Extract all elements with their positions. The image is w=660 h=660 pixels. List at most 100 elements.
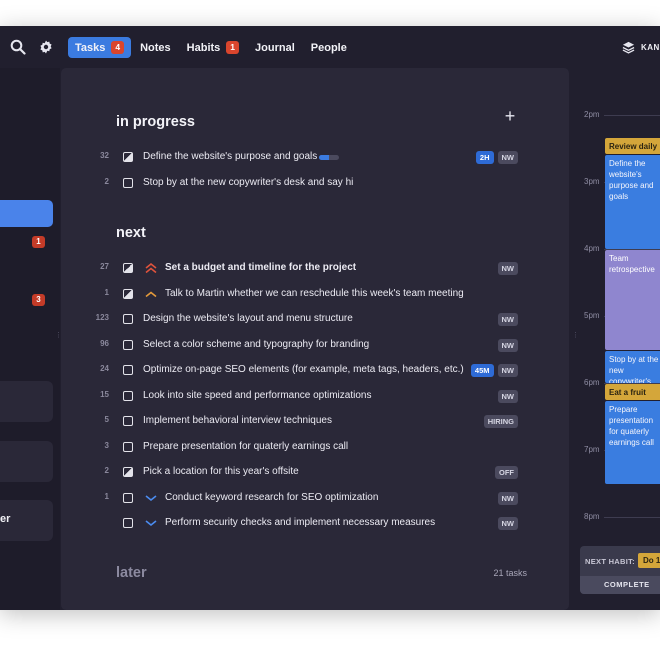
task-row[interactable]: 15 Look into site speed and performance … <box>61 386 569 408</box>
tab-habits[interactable]: Habits 1 <box>180 37 246 58</box>
task-checkbox[interactable] <box>123 263 133 273</box>
left-sidebar: 1 3 er <box>0 68 60 610</box>
task-list-panel: in progress + 32 Define the website's pu… <box>61 68 569 610</box>
calendar-event-habit[interactable]: Eat a fruit <box>605 384 660 400</box>
tab-journal[interactable]: Journal <box>248 37 302 58</box>
task-label: Implement behavioral interview technique… <box>143 415 332 426</box>
gear-icon[interactable] <box>38 39 54 55</box>
resize-handle-right[interactable]: ⋮ <box>572 332 579 339</box>
task-row[interactable]: 5 Implement behavioral interview techniq… <box>61 411 569 433</box>
task-count: 1 <box>104 288 109 297</box>
task-label: Design the website's layout and menu str… <box>143 313 353 324</box>
calendar-event-task[interactable]: Define the website's purpose and goals <box>605 155 660 249</box>
sidebar-card[interactable] <box>0 441 53 482</box>
task-checkbox[interactable] <box>123 340 133 350</box>
task-checkbox[interactable] <box>123 152 133 162</box>
next-habit-name[interactable]: Do 10 push-ups <box>638 553 660 568</box>
task-count: 2 <box>104 177 109 186</box>
project-tag[interactable]: NW <box>497 262 518 275</box>
project-tag[interactable]: HIRING <box>483 415 518 428</box>
calendar-event-habit[interactable]: Review daily <box>605 138 660 154</box>
app-window: Tasks 4 Notes Habits 1 Journal People KA… <box>0 26 660 610</box>
tab-tasks[interactable]: Tasks 4 <box>68 37 132 58</box>
project-tag[interactable]: NW <box>497 390 518 403</box>
workspace-name: KANE <box>641 43 660 52</box>
task-checkbox[interactable] <box>123 416 133 426</box>
task-label: Look into site speed and performance opt… <box>143 390 372 401</box>
project-tag[interactable]: NW <box>497 151 518 164</box>
task-row[interactable]: Perform security checks and implement ne… <box>61 513 569 535</box>
task-checkbox[interactable] <box>123 493 133 503</box>
duration-tag[interactable]: 45M <box>470 364 494 377</box>
tab-notes[interactable]: Notes <box>133 37 178 58</box>
task-checkbox[interactable] <box>123 365 133 375</box>
task-checkbox[interactable] <box>123 314 133 324</box>
tab-people[interactable]: People <box>304 37 354 58</box>
project-tag[interactable]: NW <box>497 492 518 505</box>
task-checkbox[interactable] <box>123 467 133 477</box>
layers-icon <box>622 41 635 54</box>
calendar-event-meeting[interactable]: Team retrospective <box>605 250 660 350</box>
task-count: 24 <box>100 364 109 373</box>
project-tag[interactable]: NW <box>497 313 518 326</box>
task-row[interactable]: 123 Design the website's layout and menu… <box>61 309 569 331</box>
task-label: Conduct keyword research for SEO optimiz… <box>165 492 379 503</box>
priority-low-icon <box>145 495 157 502</box>
project-tag[interactable]: NW <box>497 517 518 530</box>
task-count: 123 <box>95 313 109 322</box>
task-checkbox[interactable] <box>123 289 133 299</box>
task-row[interactable]: 32 Define the website's purpose and goal… <box>61 147 569 169</box>
add-task-button[interactable]: + <box>502 107 518 125</box>
task-label: Talk to Martin whether we can reschedule… <box>165 288 464 299</box>
task-count: 1 <box>104 492 109 501</box>
priority-low-icon <box>145 520 157 527</box>
task-label: Define the website's purpose and goals <box>143 151 318 162</box>
event-label: Prepare presentation for quaterly earnin… <box>609 405 654 447</box>
task-checkbox[interactable] <box>123 518 133 528</box>
tab-journal-label: Journal <box>255 41 295 54</box>
complete-habit-button[interactable]: COMPLETE <box>580 576 660 594</box>
project-tag[interactable]: OFF <box>495 466 518 479</box>
duration-tag[interactable]: 2H <box>475 151 494 164</box>
task-row[interactable]: 96 Select a color scheme and typography … <box>61 335 569 357</box>
day-calendar: 2pm 3pm 4pm 5pm 6pm 7pm 8pm Review daily… <box>577 68 660 610</box>
calendar-event-task[interactable]: Prepare presentation for quaterly earnin… <box>605 401 660 484</box>
hour-label: 7pm <box>584 445 600 454</box>
hour-label: 4pm <box>584 244 600 253</box>
task-row[interactable]: 2 Pick a location for this year's offsit… <box>61 462 569 484</box>
project-tag[interactable]: NW <box>497 339 518 352</box>
task-label: Stop by at the new copywriter's desk and… <box>143 177 354 188</box>
priority-medium-icon <box>145 291 157 298</box>
sidebar-item-active[interactable] <box>0 200 53 227</box>
next-habit-widget: NEXT HABIT: Do 10 push-ups COMPLETE <box>580 546 660 594</box>
task-row[interactable]: 3 Prepare presentation for quaterly earn… <box>61 437 569 459</box>
event-label: Review daily <box>609 142 658 151</box>
search-icon[interactable] <box>10 39 26 55</box>
workspace-switcher[interactable]: KANE <box>622 41 660 54</box>
calendar-event-task[interactable]: Stop by at the new copywriter's desk and… <box>605 351 660 383</box>
tab-notes-label: Notes <box>140 41 171 54</box>
tab-habits-label: Habits <box>186 41 221 54</box>
task-row[interactable]: 27 Set a budget and timeline for the pro… <box>61 258 569 280</box>
sidebar-card-label: er <box>0 513 11 525</box>
task-row[interactable]: 24 Optimize on-page SEO elements (for ex… <box>61 360 569 382</box>
hour-label: 5pm <box>584 311 600 320</box>
next-habit-label: NEXT HABIT: <box>585 557 635 566</box>
task-row[interactable]: 2 Stop by at the new copywriter's desk a… <box>61 173 569 195</box>
resize-handle-left[interactable]: ⋮ <box>55 332 62 339</box>
project-tag[interactable]: NW <box>497 364 518 377</box>
hour-label: 6pm <box>584 378 600 387</box>
task-row[interactable]: 1 Talk to Martin whether we can reschedu… <box>61 284 569 306</box>
task-count: 27 <box>100 262 109 271</box>
tab-tasks-label: Tasks <box>75 41 106 54</box>
task-checkbox[interactable] <box>123 442 133 452</box>
sidebar-card[interactable] <box>0 381 53 422</box>
task-checkbox[interactable] <box>123 391 133 401</box>
sidebar-card[interactable]: er <box>0 500 53 541</box>
section-title-later[interactable]: later <box>116 565 147 581</box>
task-checkbox[interactable] <box>123 178 133 188</box>
hour-label: 3pm <box>584 177 600 186</box>
task-row[interactable]: 1 Conduct keyword research for SEO optim… <box>61 488 569 510</box>
task-progress-fill <box>319 155 329 160</box>
section-title-next: next <box>116 225 146 241</box>
